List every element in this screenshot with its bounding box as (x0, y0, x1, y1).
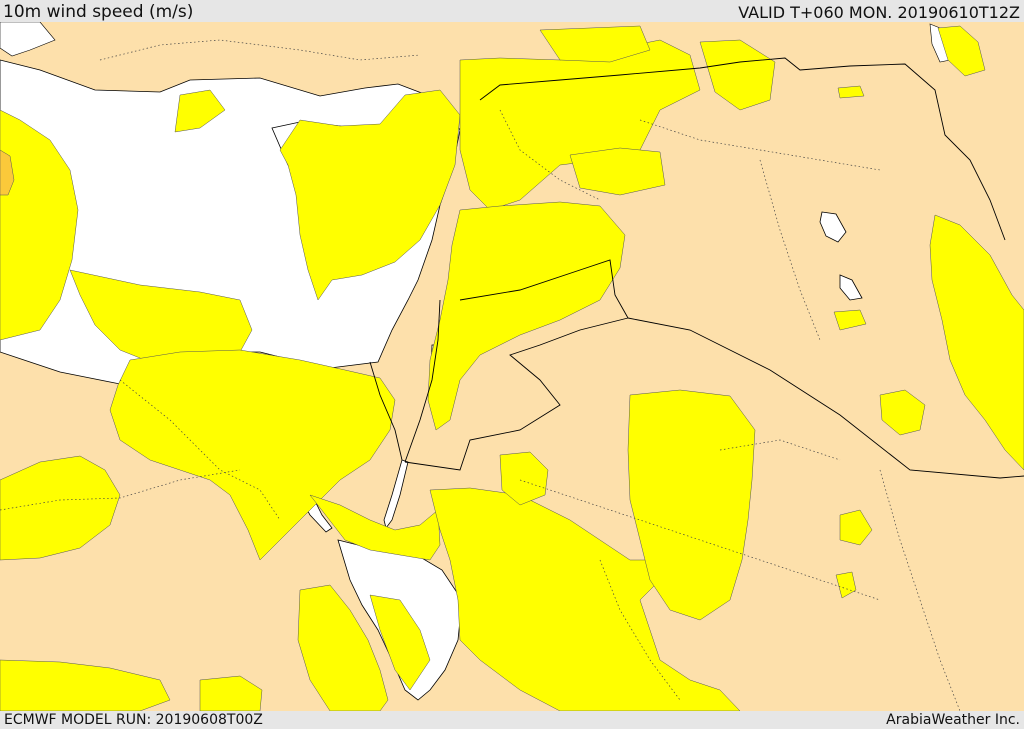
provider-credit: ArabiaWeather Inc. (886, 712, 1020, 728)
footer-bar: ECMWF MODEL RUN: 20190608T00Z ArabiaWeat… (0, 711, 1024, 729)
map-title: 10m wind speed (m/s) (3, 2, 194, 22)
valid-time: VALID T+060 MON. 20190610T12Z (738, 3, 1020, 22)
wind-map (0, 22, 1024, 711)
header-bar: 10m wind speed (m/s) VALID T+060 MON. 20… (0, 0, 1024, 22)
model-run: ECMWF MODEL RUN: 20190608T00Z (4, 712, 263, 728)
